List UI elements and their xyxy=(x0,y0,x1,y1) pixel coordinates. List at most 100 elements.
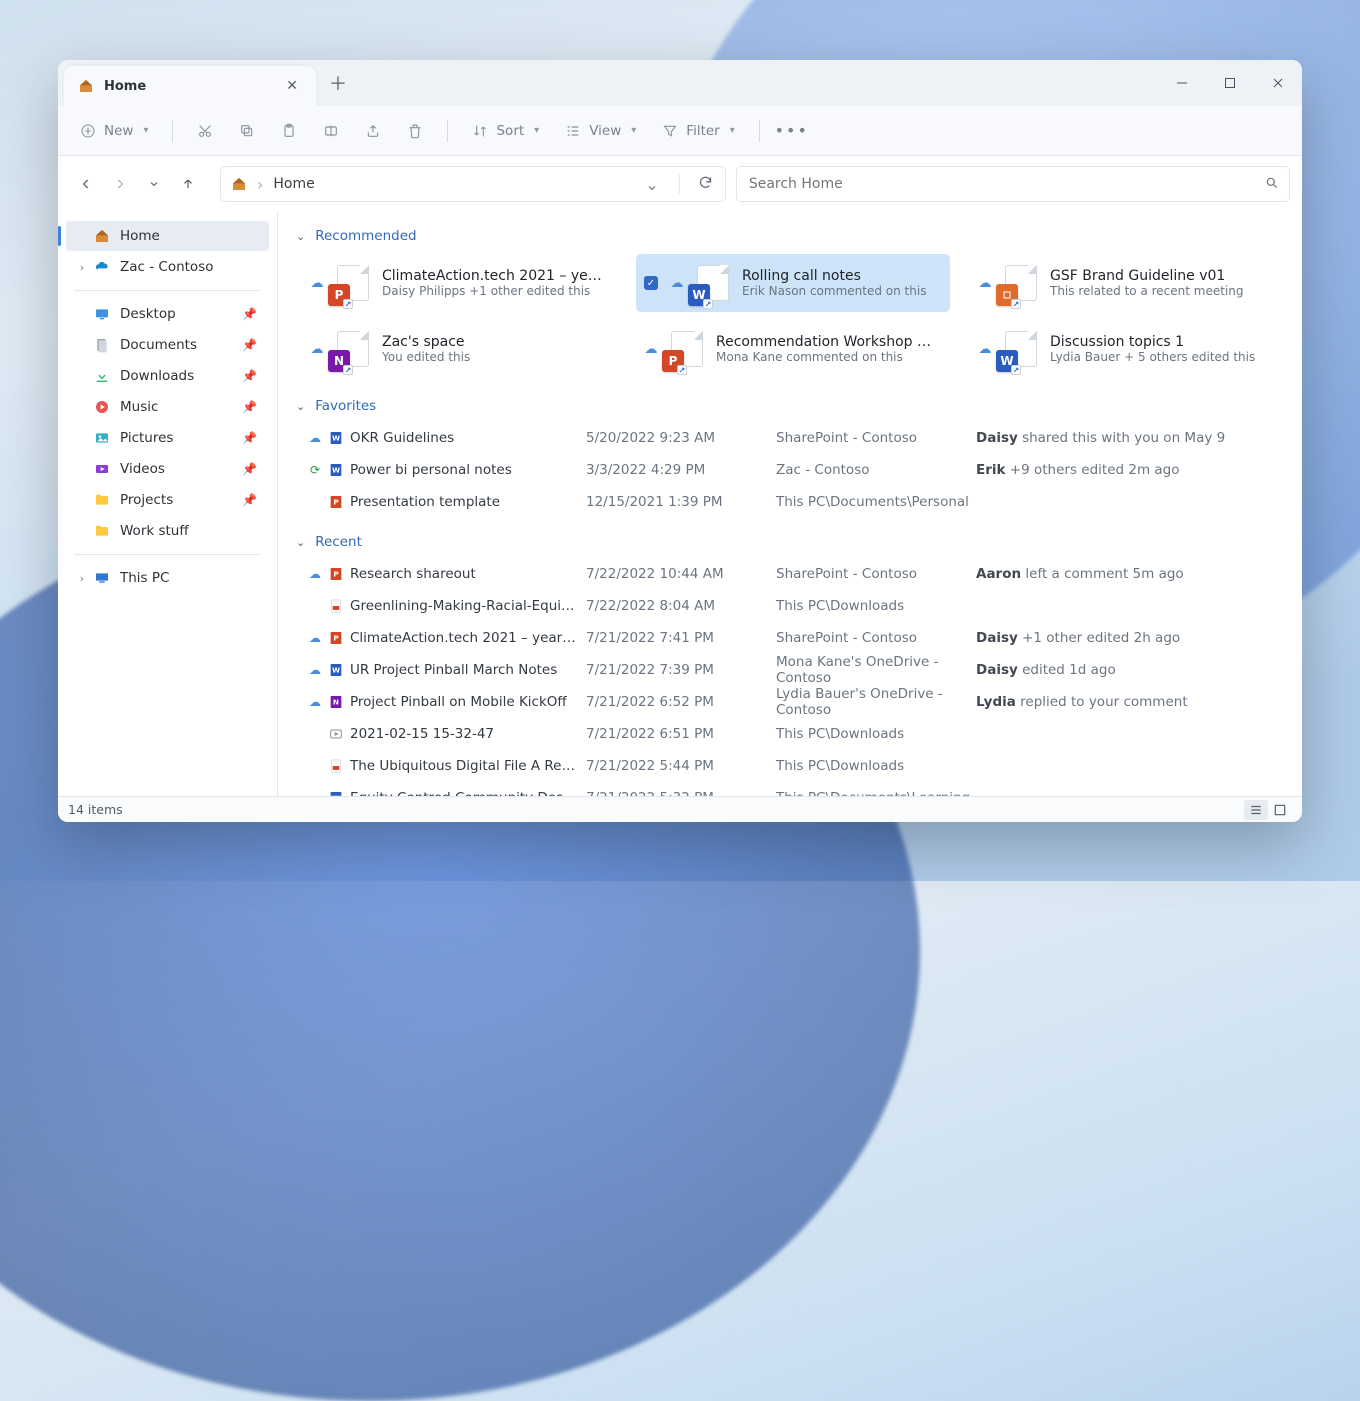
chevron-down-icon: ⌄ xyxy=(296,536,305,549)
titlebar: Home ✕ ＋ xyxy=(58,60,1302,106)
recommended-card[interactable]: ☁ N↗ Zac's space You edited this xyxy=(302,320,616,378)
file-activity: Daisy shared this with you on May 9 xyxy=(976,430,1284,446)
close-button[interactable] xyxy=(1254,60,1302,106)
view-button[interactable]: View▾ xyxy=(555,114,646,148)
file-row[interactable]: ⟳ W Power bi personal notes 3/3/2022 4:2… xyxy=(302,454,1284,486)
file-row[interactable]: ☁ N Project Pinball on Mobile KickOff 7/… xyxy=(302,686,1284,718)
file-row[interactable]: ☁ W UR Project Pinball March Notes 7/21/… xyxy=(302,654,1284,686)
sidebar-item-pictures[interactable]: Pictures📌 xyxy=(66,423,269,453)
file-thumb: W↗ xyxy=(1002,330,1040,368)
sidebar-item-this-pc[interactable]: ›This PC xyxy=(66,563,269,593)
cloud-icon: ☁ xyxy=(310,276,324,291)
cut-button[interactable] xyxy=(187,114,223,148)
filter-button[interactable]: Filter▾ xyxy=(652,114,744,148)
folder-icon xyxy=(94,523,110,539)
address-bar[interactable]: › Home ⌄ xyxy=(220,166,726,202)
sidebar-item-label: Projects xyxy=(120,492,173,508)
sidebar-item-home[interactable]: Home xyxy=(66,221,269,251)
svg-text:W: W xyxy=(332,666,340,675)
file-row[interactable]: W Equity Centred Community Design 7/21/2… xyxy=(302,782,1284,796)
checkbox-checked-icon[interactable]: ✓ xyxy=(644,276,658,290)
new-tab-button[interactable]: ＋ xyxy=(316,60,360,106)
sidebar-item-zac-contoso[interactable]: ›Zac - Contoso xyxy=(66,252,269,282)
view-large-button[interactable] xyxy=(1268,800,1292,820)
music-icon xyxy=(94,399,110,415)
file-date: 7/21/2022 7:41 PM xyxy=(586,630,776,646)
nav-recent-button[interactable] xyxy=(138,168,170,200)
address-dropdown-icon[interactable]: ⌄ xyxy=(641,171,662,198)
sidebar-item-projects[interactable]: Projects📌 xyxy=(66,485,269,515)
file-location: SharePoint - Contoso xyxy=(776,430,976,446)
sidebar-item-downloads[interactable]: Downloads📌 xyxy=(66,361,269,391)
file-date: 7/21/2022 6:52 PM xyxy=(586,694,776,710)
tab-home[interactable]: Home ✕ xyxy=(64,66,316,106)
section-recommended-header[interactable]: ⌄ Recommended xyxy=(284,218,1284,250)
nav-forward-button[interactable] xyxy=(104,168,136,200)
chevron-down-icon: ⌄ xyxy=(296,400,305,413)
view-details-button[interactable] xyxy=(1244,800,1268,820)
file-row[interactable]: Greenlining-Making-Racial-Equity-Rea... … xyxy=(302,590,1284,622)
file-location: SharePoint - Contoso xyxy=(776,566,976,582)
file-row[interactable]: ☁ W OKR Guidelines 5/20/2022 9:23 AM Sha… xyxy=(302,422,1284,454)
section-favorites-header[interactable]: ⌄ Favorites xyxy=(284,388,1284,420)
svg-text:P: P xyxy=(333,634,339,643)
sidebar-item-work-stuff[interactable]: Work stuff xyxy=(66,516,269,546)
file-location: SharePoint - Contoso xyxy=(776,630,976,646)
sort-button[interactable]: Sort▾ xyxy=(462,114,549,148)
onedrive-icon xyxy=(94,259,110,275)
search-box[interactable] xyxy=(736,166,1290,202)
new-button[interactable]: New ▾ xyxy=(70,114,158,148)
ppt-file-icon: P xyxy=(328,566,344,582)
documents-icon xyxy=(94,337,110,353)
breadcrumb-item[interactable]: Home xyxy=(273,176,314,192)
nav-back-button[interactable] xyxy=(70,168,102,200)
file-name: Rolling call notes xyxy=(742,268,938,284)
recommended-card[interactable]: ☁ W↗ Discussion topics 1 Lydia Bauer + 5… xyxy=(970,320,1284,378)
recommended-card[interactable]: ☁ ↗ GSF Brand Guideline v01 This related… xyxy=(970,254,1284,312)
sidebar-item-music[interactable]: Music📌 xyxy=(66,392,269,422)
section-recent-header[interactable]: ⌄ Recent xyxy=(284,524,1284,556)
rename-button[interactable] xyxy=(313,114,349,148)
share-button[interactable] xyxy=(355,114,391,148)
home breadcrumb-home-icon xyxy=(231,176,247,192)
file-row[interactable]: ☁ P Research shareout 7/22/2022 10:44 AM… xyxy=(302,558,1284,590)
file-subtitle: Daisy Philipps +1 other edited this xyxy=(382,284,604,298)
sidebar: Home›Zac - Contoso Desktop📌Documents📌Down… xyxy=(58,212,278,796)
file-row[interactable]: ☁ P ClimateAction.tech 2021 – year in re… xyxy=(302,622,1284,654)
file-activity: Lydia replied to your comment xyxy=(976,694,1284,710)
file-date: 12/15/2021 1:39 PM xyxy=(586,494,776,510)
tab-close-icon[interactable]: ✕ xyxy=(286,78,298,94)
file-row[interactable]: P Presentation template 12/15/2021 1:39 … xyxy=(302,486,1284,518)
sidebar-item-documents[interactable]: Documents📌 xyxy=(66,330,269,360)
recommended-card[interactable]: ☁ P↗ Recommendation Workshop Content Mon… xyxy=(636,320,950,378)
recommended-card[interactable]: ✓☁ W↗ Rolling call notes Erik Nason comm… xyxy=(636,254,950,312)
file-date: 7/21/2022 6:51 PM xyxy=(586,726,776,742)
sidebar-item-videos[interactable]: Videos📌 xyxy=(66,454,269,484)
minimize-button[interactable] xyxy=(1158,60,1206,106)
file-location: Mona Kane's OneDrive - Contoso xyxy=(776,654,976,686)
recommended-card[interactable]: ☁ P↗ ClimateAction.tech 2021 – year in..… xyxy=(302,254,616,312)
folder-icon xyxy=(94,492,110,508)
paste-button[interactable] xyxy=(271,114,307,148)
more-button[interactable]: ••• xyxy=(774,114,810,148)
file-thumb: N↗ xyxy=(334,330,372,368)
copy-button[interactable] xyxy=(229,114,265,148)
pin-icon: 📌 xyxy=(242,462,257,476)
file-subtitle: This related to a recent meeting xyxy=(1050,284,1272,298)
delete-button[interactable] xyxy=(397,114,433,148)
sidebar-item-label: This PC xyxy=(120,570,169,586)
sidebar-item-desktop[interactable]: Desktop📌 xyxy=(66,299,269,329)
svg-text:W: W xyxy=(332,466,340,475)
file-row[interactable]: 2021-02-15 15-32-47 7/21/2022 6:51 PM Th… xyxy=(302,718,1284,750)
maximize-button[interactable] xyxy=(1206,60,1254,106)
cloud-icon: ☁ xyxy=(978,342,992,357)
file-name: The Ubiquitous Digital File A Review o..… xyxy=(350,758,586,774)
search-input[interactable] xyxy=(747,175,1255,193)
refresh-button[interactable] xyxy=(696,171,715,198)
file-date: 7/22/2022 10:44 AM xyxy=(586,566,776,582)
file-row[interactable]: The Ubiquitous Digital File A Review o..… xyxy=(302,750,1284,782)
thispc-icon xyxy=(94,570,110,586)
vid-file-icon xyxy=(328,726,344,742)
nav-up-button[interactable] xyxy=(172,168,204,200)
svg-text:P: P xyxy=(333,498,339,507)
